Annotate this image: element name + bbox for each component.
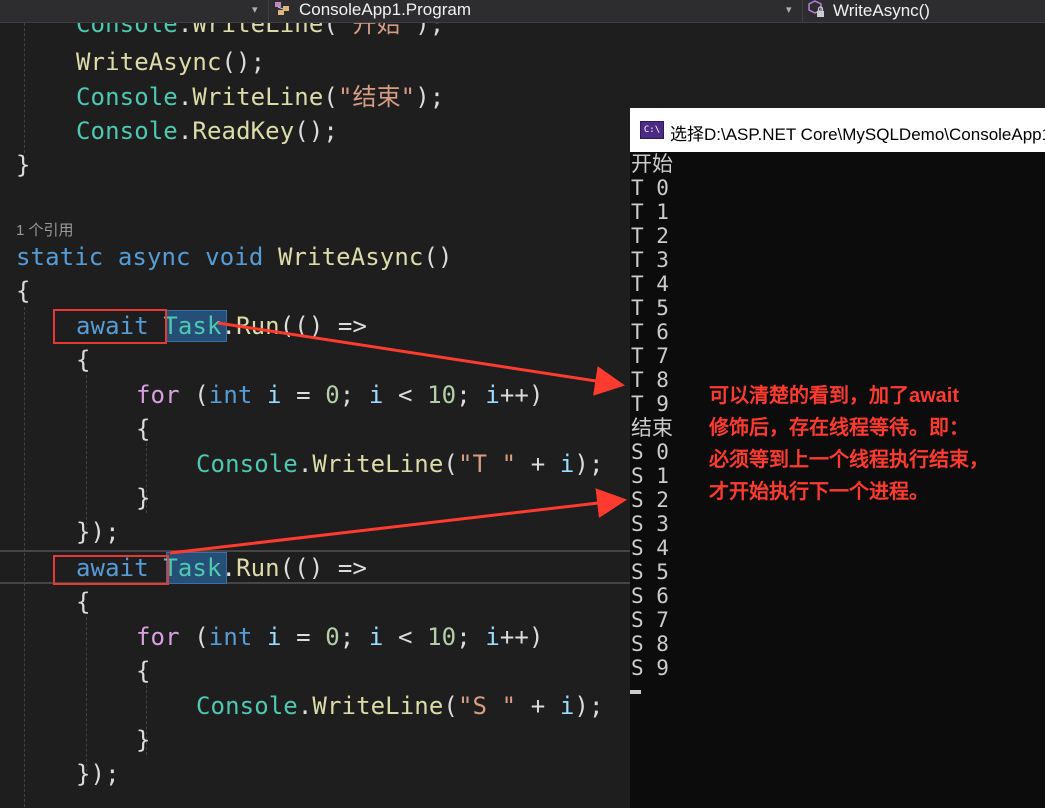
code-line: WriteAsync(); [76,48,266,76]
annotation-text: 可以清楚的看到，加了await 修饰后，存在线程等待。即： 必须等到上一个线程执行结… [709,380,1029,508]
console-output-line: S 4 [631,536,669,560]
await-highlight-box [53,555,169,585]
code-line: Console.WriteLine("S " + i); [196,692,604,720]
annotation-line: 修饰后，存在线程等待。即： [709,417,969,439]
console-output-line: T 2 [631,224,669,248]
code-line: { [16,277,31,305]
code-line: { [76,346,91,374]
indent-guide [24,23,25,153]
annotation-line: 必须等到上一个线程执行结束， [709,449,989,471]
console-output-line: T 3 [631,248,669,272]
console-output-line: S 6 [631,584,669,608]
console-output-line: S 3 [631,512,669,536]
code-line: } [136,484,151,512]
code-line: } [136,726,151,754]
console-output-line: T 6 [631,320,669,344]
code-line: static async void WriteAsync() [16,243,453,271]
console-output-line: T 4 [631,272,669,296]
console-cursor [630,690,641,694]
code-line: }); [76,760,120,788]
codelens-references[interactable]: 1 个引用 [16,219,74,240]
console-output-line: S 9 [631,656,669,680]
console-output-line: 开始 [631,152,673,176]
chevron-down-icon[interactable]: ▾ [786,0,792,22]
console-output-line: S 5 [631,560,669,584]
code-line: Console.WriteLine("开始"); [76,23,445,38]
code-line: { [136,657,151,685]
console-output-line: T 7 [631,344,669,368]
annotation-line: 可以清楚的看到，加了await [709,385,960,407]
indent-guide [86,375,87,535]
code-line: { [136,415,151,443]
code-line: Console.WriteLine("T " + i); [196,450,604,478]
console-output-line: T 5 [631,296,669,320]
code-line: { [76,588,91,616]
console-app-icon: C:\ [640,121,664,139]
console-output-line: S 8 [631,632,669,656]
member-selector-label: WriteAsync() [833,0,930,20]
await-highlight-box [53,309,167,344]
code-line: for (int i = 0; i < 10; i++) [136,381,544,409]
console-output-line: T 0 [631,176,669,200]
code-line: Console.WriteLine("结束"); [76,83,445,111]
class-selector-dropdown[interactable]: ConsoleApp1.Program [274,0,471,22]
annotation-line: 才开始执行下一个进程。 [709,481,929,503]
method-lock-icon [808,0,828,23]
class-icon [274,0,294,21]
code-line: Console.ReadKey(); [76,117,338,145]
code-line: } [16,151,31,179]
code-line: }); [76,518,120,546]
class-selector-label: ConsoleApp1.Program [299,0,471,19]
member-selector-dropdown[interactable]: WriteAsync() [808,0,930,22]
code-line: for (int i = 0; i < 10; i++) [136,623,544,651]
nav-divider [802,0,803,22]
nav-divider [268,0,269,22]
chevron-down-icon[interactable]: ▾ [252,0,258,22]
navigation-bar: ▾ ConsoleApp1.Program ▾ WriteAsync() [0,0,1045,23]
console-output-line: S 7 [631,608,669,632]
indent-guide [86,617,87,777]
code-editor[interactable]: Console.WriteLine("开始"); WriteAsync(); C… [0,23,630,808]
console-title-bar[interactable]: C:\ 选择D:\ASP.NET Core\MySQLDemo\ConsoleA… [630,108,1045,152]
console-title: 选择D:\ASP.NET Core\MySQLDemo\ConsoleApp1 [670,125,1045,144]
console-output-line: T 1 [631,200,669,224]
